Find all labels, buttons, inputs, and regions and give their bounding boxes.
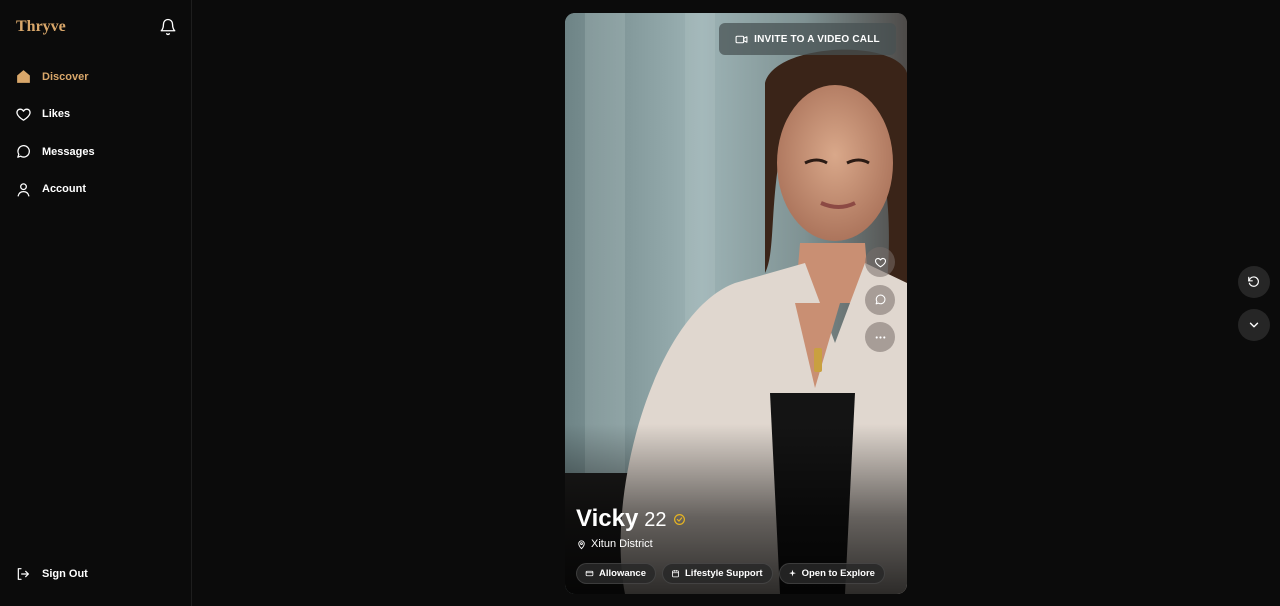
wallet-icon xyxy=(585,570,594,577)
rotate-ccw-icon xyxy=(1248,276,1259,287)
message-button[interactable] xyxy=(865,284,895,315)
sidebar-item-discover[interactable]: Discover xyxy=(0,58,191,96)
bell-icon[interactable] xyxy=(159,18,177,36)
location-label: Xitun District xyxy=(591,538,653,550)
sign-out-label: Sign Out xyxy=(42,568,88,580)
sidebar-item-likes[interactable]: Likes xyxy=(0,96,191,134)
card-actions xyxy=(865,247,895,360)
tag-allowance: Allowance xyxy=(576,563,656,584)
sidebar-item-label: Discover xyxy=(42,70,89,83)
tag-label: Open to Explore xyxy=(801,568,875,579)
video-camera-icon xyxy=(735,35,748,43)
verified-badge-icon xyxy=(673,513,685,525)
user-icon xyxy=(17,182,30,197)
sidebar-item-messages[interactable]: Messages xyxy=(0,133,191,171)
profile-name-row: Vicky 22 xyxy=(576,505,686,533)
invite-video-call-button[interactable]: INVITE TO A VIDEO CALL xyxy=(719,23,896,55)
invite-video-call-label: INVITE TO A VIDEO CALL xyxy=(754,33,880,45)
tag-open-to-explore: Open to Explore xyxy=(778,563,885,584)
chevron-down-icon xyxy=(1249,322,1259,328)
app-logo[interactable]: Thryve xyxy=(16,18,66,36)
sidebar-item-account[interactable]: Account xyxy=(0,171,191,209)
chat-bubble-icon xyxy=(17,145,30,159)
sign-out-icon xyxy=(17,568,29,580)
sidebar: Thryve Discover Likes Messages Account S… xyxy=(0,0,192,606)
profile-name: Vicky xyxy=(576,505,639,532)
sign-out-button[interactable]: Sign Out xyxy=(15,566,88,582)
rewind-button[interactable] xyxy=(1238,266,1270,298)
tag-lifestyle-support: Lifestyle Support xyxy=(662,563,773,584)
next-profile-button[interactable] xyxy=(1238,309,1270,341)
profile-location: Xitun District xyxy=(576,538,653,550)
profile-age: 22 xyxy=(644,509,667,531)
tag-label: Allowance xyxy=(599,568,646,579)
home-icon xyxy=(17,70,30,84)
sidebar-item-label: Account xyxy=(42,183,86,196)
more-horizontal-icon xyxy=(875,335,885,339)
chat-bubble-icon xyxy=(875,294,885,305)
sparkle-icon xyxy=(788,569,796,577)
heart-icon xyxy=(16,108,31,121)
more-options-button[interactable] xyxy=(865,322,895,352)
sidebar-item-label: Messages xyxy=(42,145,95,158)
sidebar-nav: Discover Likes Messages Account xyxy=(0,58,191,208)
heart-icon xyxy=(874,257,886,267)
tag-label: Lifestyle Support xyxy=(685,568,763,579)
location-pin-icon xyxy=(578,539,585,549)
profile-tags: Allowance Lifestyle Support Open to Expl… xyxy=(576,563,891,584)
like-button[interactable] xyxy=(865,247,895,277)
sidebar-item-label: Likes xyxy=(42,108,71,121)
calendar-icon xyxy=(672,570,679,578)
profile-card[interactable]: INVITE TO A VIDEO CALL Vicky 22 Xitun Di… xyxy=(565,13,907,594)
